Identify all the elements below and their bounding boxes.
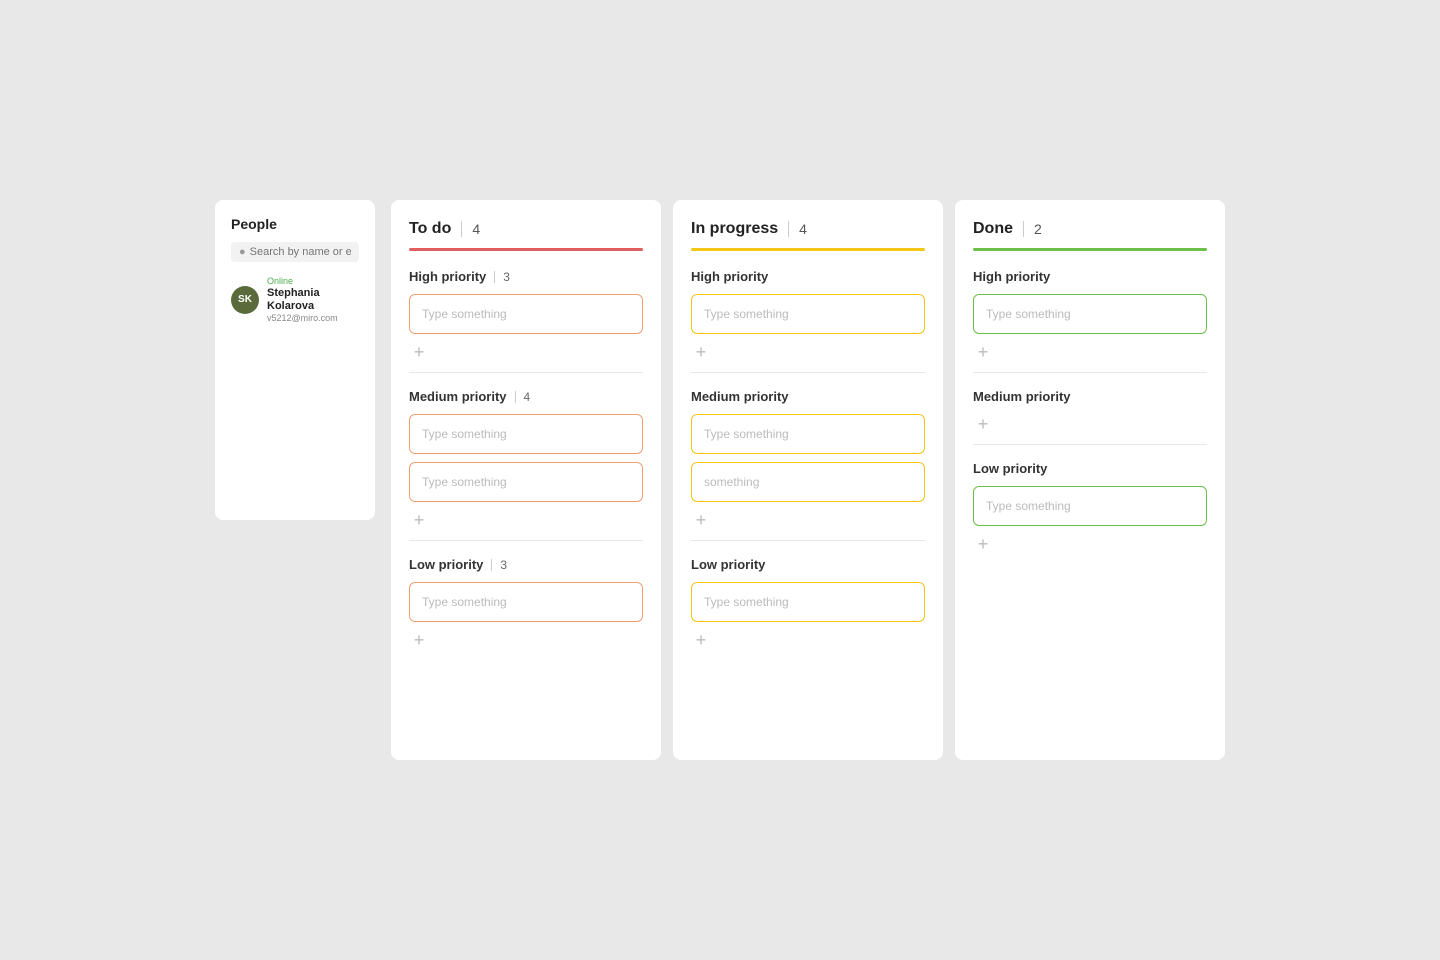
column-line-todo: [409, 248, 643, 251]
priority-title-todo-1: Medium priority: [409, 389, 507, 404]
priority-title-done-0: High priority: [973, 269, 1050, 284]
priority-divider-todo-1: [515, 391, 516, 403]
add-card-btn-inprogress-2[interactable]: +: [691, 630, 711, 650]
priority-header-done-0: High priority: [973, 269, 1207, 284]
section-separator-todo-1: [409, 540, 643, 541]
user-name: Stephania Kolarova: [267, 287, 359, 313]
section-inprogress-2: Low priority Type something +: [691, 557, 925, 650]
priority-title-done-2: Low priority: [973, 461, 1047, 476]
section-separator-inprogress-0: [691, 372, 925, 373]
sidebar-title: People: [231, 216, 359, 232]
add-card-btn-done-1[interactable]: +: [973, 414, 993, 434]
section-done-2: Low priority Type something +: [973, 461, 1207, 554]
priority-header-todo-2: Low priority 3: [409, 557, 643, 572]
priority-header-inprogress-2: Low priority: [691, 557, 925, 572]
people-sidebar: People ● SK Online Stephania Kolarova v5…: [215, 200, 375, 520]
priority-title-inprogress-0: High priority: [691, 269, 768, 284]
card-inprogress-0-0[interactable]: Type something: [691, 294, 925, 334]
column-todo: To do4High priority3Type something+Mediu…: [391, 200, 661, 760]
add-card-btn-done-0[interactable]: +: [973, 342, 993, 362]
column-done: Done2High priorityType something+Medium …: [955, 200, 1225, 760]
avatar: SK: [231, 286, 259, 314]
column-title-inprogress: In progress: [691, 220, 778, 238]
priority-header-inprogress-0: High priority: [691, 269, 925, 284]
search-icon: ●: [239, 246, 246, 258]
column-line-done: [973, 248, 1207, 251]
column-count-done: 2: [1034, 221, 1042, 237]
card-inprogress-2-0[interactable]: Type something: [691, 582, 925, 622]
card-todo-2-0[interactable]: Type something: [409, 582, 643, 622]
priority-title-todo-2: Low priority: [409, 557, 483, 572]
column-count-todo: 4: [472, 221, 480, 237]
add-card-btn-inprogress-0[interactable]: +: [691, 342, 711, 362]
section-done-0: High priority Type something +: [973, 269, 1207, 373]
priority-header-todo-1: Medium priority 4: [409, 389, 643, 404]
priority-title-inprogress-2: Low priority: [691, 557, 765, 572]
priority-title-todo-0: High priority: [409, 269, 486, 284]
priority-count-todo-0: 3: [503, 270, 510, 284]
card-todo-1-1[interactable]: Type something: [409, 462, 643, 502]
column-header-done: Done 2: [973, 220, 1207, 238]
column-title-done: Done: [973, 220, 1013, 238]
section-todo-1: Medium priority 4 Type something Type somet…: [409, 389, 643, 541]
card-inprogress-1-1[interactable]: something: [691, 462, 925, 502]
workspace: People ● SK Online Stephania Kolarova v5…: [191, 176, 1249, 784]
user-email: v5212@miro.com: [267, 313, 359, 323]
section-inprogress-1: Medium priority Type something something +: [691, 389, 925, 541]
section-separator-done-1: [973, 444, 1207, 445]
priority-divider-todo-0: [494, 271, 495, 283]
card-todo-1-0[interactable]: Type something: [409, 414, 643, 454]
section-separator-inprogress-1: [691, 540, 925, 541]
card-inprogress-1-0[interactable]: Type something: [691, 414, 925, 454]
card-done-2-0[interactable]: Type something: [973, 486, 1207, 526]
add-card-btn-inprogress-1[interactable]: +: [691, 510, 711, 530]
column-header-divider-inprogress: [788, 221, 789, 237]
avatar-initials: SK: [238, 294, 252, 305]
search-box[interactable]: ●: [231, 242, 359, 262]
column-line-inprogress: [691, 248, 925, 251]
online-status: Online: [267, 276, 359, 286]
priority-header-done-1: Medium priority: [973, 389, 1207, 404]
column-header-divider-todo: [461, 221, 462, 237]
kanban-board: To do4High priority3Type something+Mediu…: [391, 200, 1225, 760]
add-card-btn-todo-1[interactable]: +: [409, 510, 429, 530]
column-count-inprogress: 4: [799, 221, 807, 237]
card-todo-0-0[interactable]: Type something: [409, 294, 643, 334]
priority-header-todo-0: High priority 3: [409, 269, 643, 284]
section-separator-done-0: [973, 372, 1207, 373]
add-card-btn-todo-0[interactable]: +: [409, 342, 429, 362]
section-todo-0: High priority 3 Type something +: [409, 269, 643, 373]
card-done-0-0[interactable]: Type something: [973, 294, 1207, 334]
priority-title-done-1: Medium priority: [973, 389, 1071, 404]
section-separator-todo-0: [409, 372, 643, 373]
section-inprogress-0: High priority Type something +: [691, 269, 925, 373]
column-inprogress: In progress 4 High priority Type something +…: [673, 200, 943, 760]
column-header-todo: To do 4: [409, 220, 643, 238]
column-header-divider-done: [1023, 221, 1024, 237]
priority-header-inprogress-1: Medium priority: [691, 389, 925, 404]
add-card-btn-done-2[interactable]: +: [973, 534, 993, 554]
add-card-btn-todo-2[interactable]: +: [409, 630, 429, 650]
search-input[interactable]: [250, 246, 351, 258]
priority-count-todo-1: 4: [524, 390, 531, 404]
section-todo-2: Low priority 3 Type something +: [409, 557, 643, 650]
priority-title-inprogress-1: Medium priority: [691, 389, 789, 404]
priority-header-done-2: Low priority: [973, 461, 1207, 476]
section-done-1: Medium priority +: [973, 389, 1207, 445]
column-title-todo: To do: [409, 220, 451, 238]
column-header-inprogress: In progress 4: [691, 220, 925, 238]
user-item: SK Online Stephania Kolarova v5212@miro.…: [231, 276, 359, 323]
user-info: Online Stephania Kolarova v5212@miro.com: [267, 276, 359, 323]
priority-divider-todo-2: [491, 559, 492, 571]
priority-count-todo-2: 3: [500, 558, 507, 572]
